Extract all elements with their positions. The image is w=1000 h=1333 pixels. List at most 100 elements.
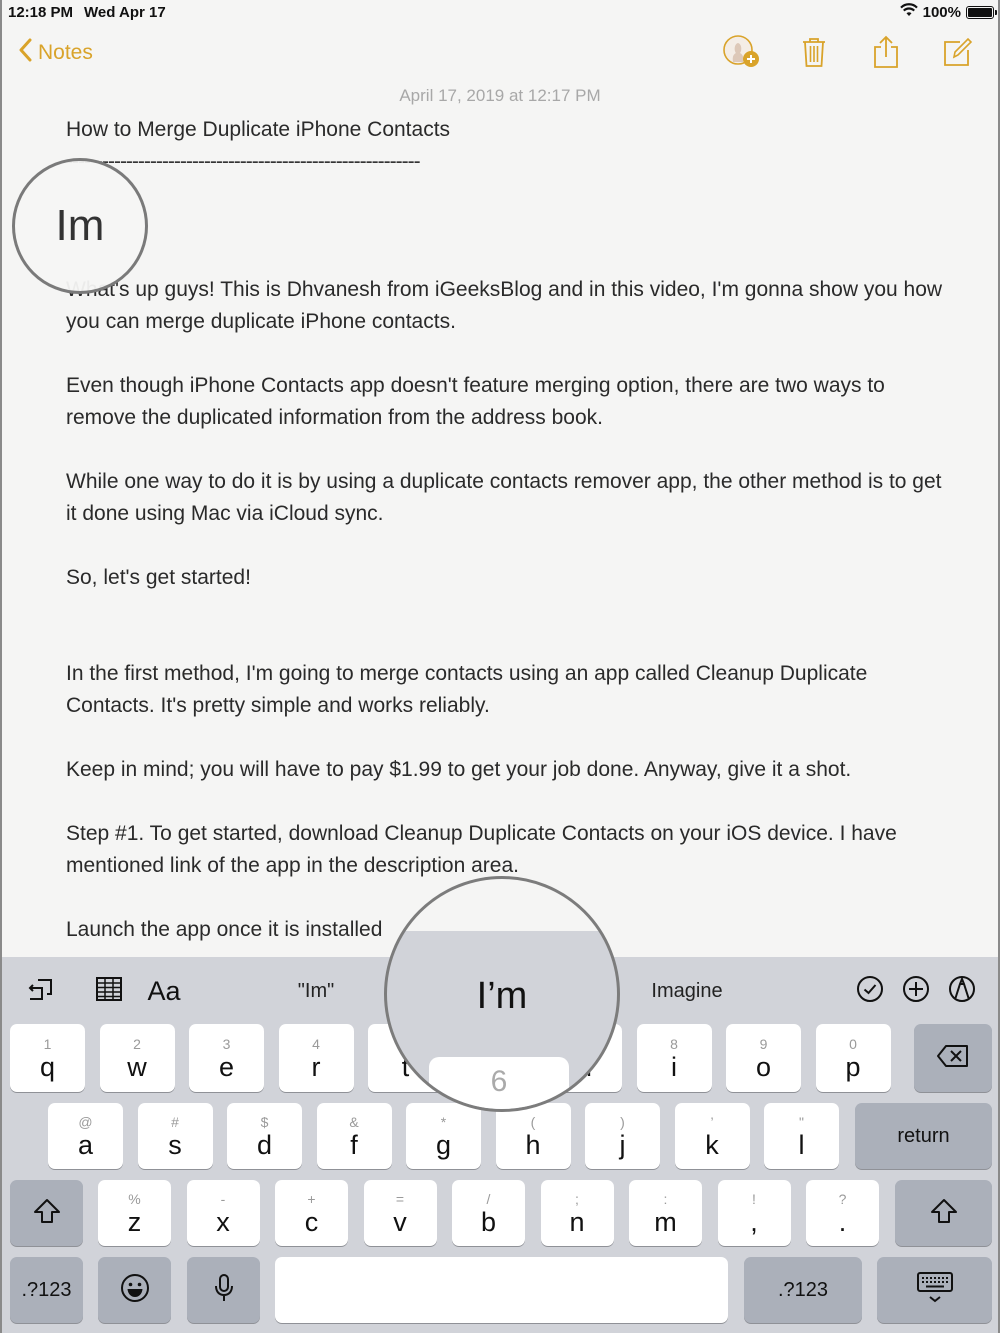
note-divider: ----------------------------------------… [66,150,421,173]
markup-button[interactable] [946,975,978,1007]
key-primary-label: s [168,1130,182,1160]
key-r2-2[interactable]: $ d [227,1103,302,1169]
add-people-icon [722,34,762,75]
share-button[interactable] [866,34,906,74]
note-paragraph: What's up guys! This is Dhvanesh from iG… [66,278,943,333]
note-body[interactable]: How to Merge Duplicate iPhone Contacts -… [66,114,946,946]
key-r3-0[interactable]: % z [98,1180,171,1246]
key-r3-4[interactable]: / b [452,1180,525,1246]
key-r3-1[interactable]: -x [186,1180,260,1246]
key-secondary-label: ) [620,1114,625,1130]
key-r2-4[interactable]: * g [406,1103,481,1169]
emoji-key[interactable] [98,1257,171,1323]
plus-circle-icon [902,975,930,1008]
note-paragraph: So, let's get started! [66,566,251,589]
numbers-key-left[interactable]: .?123 [10,1257,83,1323]
key-secondary-label: = [395,1191,405,1207]
delete-key[interactable] [914,1024,992,1092]
compose-button[interactable] [938,34,978,74]
suggestion-im-apostrophe[interactable]: I’m [387,975,617,1018]
key-secondary-label: : [663,1191,668,1207]
key-secondary-label: 8 [670,1036,678,1052]
undo-button[interactable] [24,975,58,1007]
key-secondary-label: - [220,1191,226,1207]
format-button[interactable]: Aa [144,975,184,1007]
note-title: How to Merge Duplicate iPhone Contacts [66,118,451,141]
key-r1-9[interactable]: 0p [815,1024,891,1092]
key-r2-1[interactable]: # s [137,1103,213,1169]
note-date: April 17, 2019 at 12:17 PM [399,86,601,105]
key-primary-label: w [127,1052,147,1082]
key-secondary-label: 3 [222,1036,231,1052]
key-r3-2[interactable]: + c [275,1180,348,1246]
back-button[interactable]: Notes [18,38,93,68]
key-r2-7[interactable]: ’ k [674,1103,750,1169]
key-secondary-label: $ [260,1114,269,1130]
shift-key-right[interactable] [895,1180,992,1246]
key-r2-3[interactable]: & f [316,1103,392,1169]
key-r1-3[interactable]: 4r [278,1024,354,1092]
key-primary-label: c [304,1207,319,1237]
checklist-button[interactable] [854,975,886,1007]
nav-actions [722,34,978,74]
key-r3-7[interactable]: !, [717,1180,791,1246]
dictation-key[interactable] [187,1257,260,1323]
key-r1-0[interactable]: 1q [10,1024,85,1092]
return-key[interactable]: return [855,1103,992,1169]
magnified-key-hint: 6 [429,1057,569,1109]
key-r3-8[interactable]: ?. [806,1180,879,1246]
battery-icon [966,5,997,19]
key-primary-label: d [256,1130,273,1160]
shift-key-left[interactable] [10,1180,83,1246]
key-primary-label: f [350,1130,358,1160]
key-primary-label: g [435,1130,452,1160]
key-primary-label: p [845,1052,861,1082]
key-secondary-label: " [799,1114,804,1130]
dismiss-keyboard-key[interactable] [877,1257,992,1323]
suggestion-imagine[interactable]: Imagine [622,975,752,1007]
key-r1-1[interactable]: 2w [99,1024,175,1092]
key-secondary-label: 4 [312,1036,320,1052]
key-primary-label: i [671,1052,677,1082]
key-r3-5[interactable]: ; n [540,1180,614,1246]
insert-button[interactable] [900,975,932,1007]
delete-backward-icon [936,1044,970,1073]
back-label: Notes [38,41,93,64]
delete-button[interactable] [794,34,834,74]
numbers-key-right[interactable]: .?123 [744,1257,862,1323]
emoji-icon [120,1273,150,1308]
key-r2-5[interactable]: (h [495,1103,571,1169]
key-r2-0[interactable]: @ a [48,1103,123,1169]
note-blank-lines [66,178,946,274]
add-people-button[interactable] [722,34,762,74]
return-label: return [897,1124,950,1147]
note-paragraph: Even though iPhone Contacts app doesn't … [66,374,885,429]
space-key[interactable] [275,1257,728,1323]
key-secondary-label: ? [838,1191,847,1207]
key-r1-8[interactable]: 9o [726,1024,801,1092]
key-r2-8[interactable]: " l [764,1103,839,1169]
key-r2-6[interactable]: ) j [585,1103,660,1169]
key-secondary-label: 0 [849,1036,857,1052]
battery-percent: 100% [922,3,961,21]
key-r3-6[interactable]: :m [629,1180,702,1246]
key-secondary-label: ; [575,1191,579,1207]
key-r1-2[interactable]: 3e [189,1024,264,1092]
key-secondary-label: % [128,1191,141,1207]
table-button[interactable] [92,975,126,1007]
key-r1-7[interactable]: 8i [636,1024,712,1092]
chevron-left-icon [18,38,32,68]
status-bar: 12:18 PM Wed Apr 17 100% [2,0,998,26]
suggestion-typed[interactable]: "Im" [256,975,376,1007]
key-r3-3[interactable]: = v [363,1180,437,1246]
numbers-label: .?123 [777,1278,829,1301]
key-secondary-label: 1 [43,1036,52,1052]
key-secondary-label: + [307,1191,316,1207]
key-secondary-label: 9 [759,1036,768,1052]
compose-icon [942,36,974,73]
